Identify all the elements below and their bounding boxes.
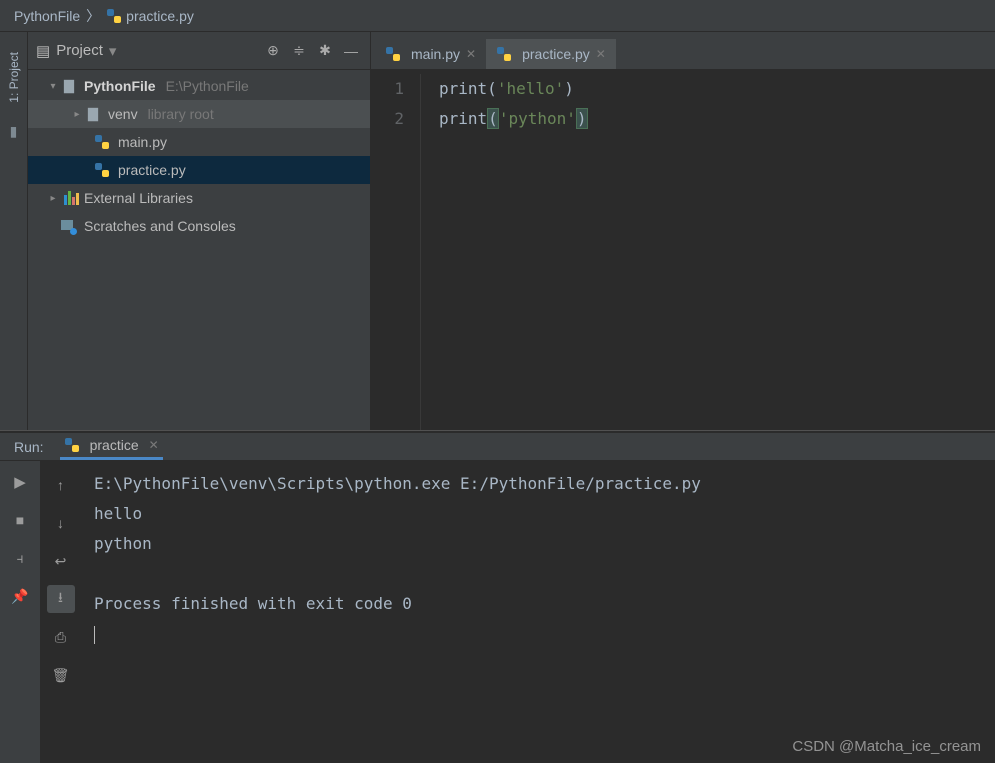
down-stack-button[interactable]: ↓ <box>47 509 75 537</box>
line-number: 2 <box>371 104 404 134</box>
close-icon[interactable]: ✕ <box>149 438 159 452</box>
folder-icon: ▇ <box>88 106 104 122</box>
editor-panel: main.py ✕ practice.py ✕ 1 2 print('hello… <box>371 32 995 430</box>
caret <box>94 626 95 644</box>
watermark: CSDN @Matcha_ice_cream <box>792 738 981 755</box>
hide-icon[interactable]: — <box>340 40 362 62</box>
locate-icon[interactable]: ⊕ <box>262 40 284 62</box>
tree-file-main[interactable]: main.py <box>28 128 370 156</box>
tree-external-libraries[interactable]: ▸ External Libraries <box>28 184 370 212</box>
tab-practice[interactable]: practice.py ✕ <box>486 39 616 69</box>
project-title-label: Project <box>56 42 103 59</box>
structure-tool-icon[interactable]: ▮ <box>10 123 18 140</box>
chevron-right-icon[interactable]: ▸ <box>46 193 60 204</box>
chevron-right-icon[interactable]: ▸ <box>70 109 84 120</box>
layout-button[interactable]: ⫞ <box>9 547 31 569</box>
tree-root-path: E:\PythonFile <box>166 78 249 94</box>
run-tool-window: Run: practice ✕ ▶ ■ ⫞ 📌 ↑ ↓ ↩ ⭳ ⎙ 🗑 E:\P… <box>0 433 995 763</box>
tree-venv-label: venv <box>108 106 138 122</box>
close-icon[interactable]: ✕ <box>466 47 476 61</box>
chevron-down-icon[interactable]: ▾ <box>46 81 60 92</box>
tree-file-label: practice.py <box>118 162 186 178</box>
soft-wrap-button[interactable]: ↩ <box>47 547 75 575</box>
python-file-icon <box>64 437 80 453</box>
console-output[interactable]: E:\PythonFile\venv\Scripts\python.exe E:… <box>80 461 995 763</box>
tree-file-practice[interactable]: practice.py <box>28 156 370 184</box>
run-tab-practice[interactable]: practice ✕ <box>60 433 163 460</box>
console-text: E:\PythonFile\venv\Scripts\python.exe E:… <box>94 474 701 613</box>
rerun-button[interactable]: ▶ <box>9 471 31 493</box>
code-editor[interactable]: 1 2 print('hello') print('python') <box>371 70 995 430</box>
stop-button[interactable]: ■ <box>9 509 31 531</box>
tree-venv-hint: library root <box>148 106 214 122</box>
tree-root[interactable]: ▾ ▇ PythonFile E:\PythonFile <box>28 72 370 100</box>
code-line: print('python') <box>439 104 588 134</box>
project-tool-button[interactable]: 1: Project <box>7 52 21 103</box>
project-panel: ▤ Project ▾ ⊕ ≑ ✱ — ▾ ▇ PythonFile E:\Py… <box>28 32 371 430</box>
python-file-icon <box>385 46 401 62</box>
project-tree[interactable]: ▾ ▇ PythonFile E:\PythonFile ▸ ▇ venv li… <box>28 70 370 430</box>
collapse-icon[interactable]: ≑ <box>288 40 310 62</box>
run-tab-label: practice <box>90 437 139 453</box>
python-file-icon <box>106 8 122 24</box>
folder-icon: ▇ <box>64 78 80 94</box>
tree-external-label: External Libraries <box>84 190 193 206</box>
python-file-icon <box>94 162 110 178</box>
chevron-right-icon: 〉 <box>86 6 100 26</box>
run-label: Run: <box>14 439 44 455</box>
tree-file-label: main.py <box>118 134 167 150</box>
code-line: print('hello') <box>439 74 588 104</box>
tab-main[interactable]: main.py ✕ <box>375 39 486 69</box>
tool-window-stripe-left: 1: Project ▮ <box>0 32 28 430</box>
project-toolbar: ▤ Project ▾ ⊕ ≑ ✱ — <box>28 32 370 70</box>
tree-root-label: PythonFile <box>84 78 156 94</box>
gear-icon[interactable]: ✱ <box>314 40 336 62</box>
project-view-selector[interactable]: ▤ Project ▾ <box>36 42 258 60</box>
folder-icon: ▤ <box>36 42 50 60</box>
pin-button[interactable]: 📌 <box>9 585 31 607</box>
run-header: Run: practice ✕ <box>0 433 995 461</box>
editor-tabs: main.py ✕ practice.py ✕ <box>371 32 995 70</box>
run-console-toolbar: ↑ ↓ ↩ ⭳ ⎙ 🗑 <box>40 461 80 763</box>
run-left-toolbar: ▶ ■ ⫞ 📌 <box>0 461 40 763</box>
scratches-icon <box>60 219 76 233</box>
breadcrumb-file[interactable]: practice.py <box>126 8 194 24</box>
tab-label: practice.py <box>522 46 590 62</box>
clear-button[interactable]: 🗑 <box>47 661 75 689</box>
breadcrumb: PythonFile 〉 practice.py <box>0 0 995 32</box>
python-file-icon <box>94 134 110 150</box>
tree-scratches[interactable]: Scratches and Consoles <box>28 212 370 240</box>
breadcrumb-root[interactable]: PythonFile <box>14 8 80 24</box>
scroll-end-button[interactable]: ⭳ <box>47 585 75 613</box>
up-stack-button[interactable]: ↑ <box>47 471 75 499</box>
line-number: 1 <box>371 74 404 104</box>
tree-scratches-label: Scratches and Consoles <box>84 218 236 234</box>
code-content[interactable]: print('hello') print('python') <box>421 74 588 430</box>
print-button[interactable]: ⎙ <box>47 623 75 651</box>
chevron-down-icon: ▾ <box>109 42 117 60</box>
library-icon <box>64 191 80 205</box>
tree-venv[interactable]: ▸ ▇ venv library root <box>28 100 370 128</box>
close-icon[interactable]: ✕ <box>596 47 606 61</box>
gutter: 1 2 <box>371 74 421 430</box>
python-file-icon <box>496 46 512 62</box>
tab-label: main.py <box>411 46 460 62</box>
